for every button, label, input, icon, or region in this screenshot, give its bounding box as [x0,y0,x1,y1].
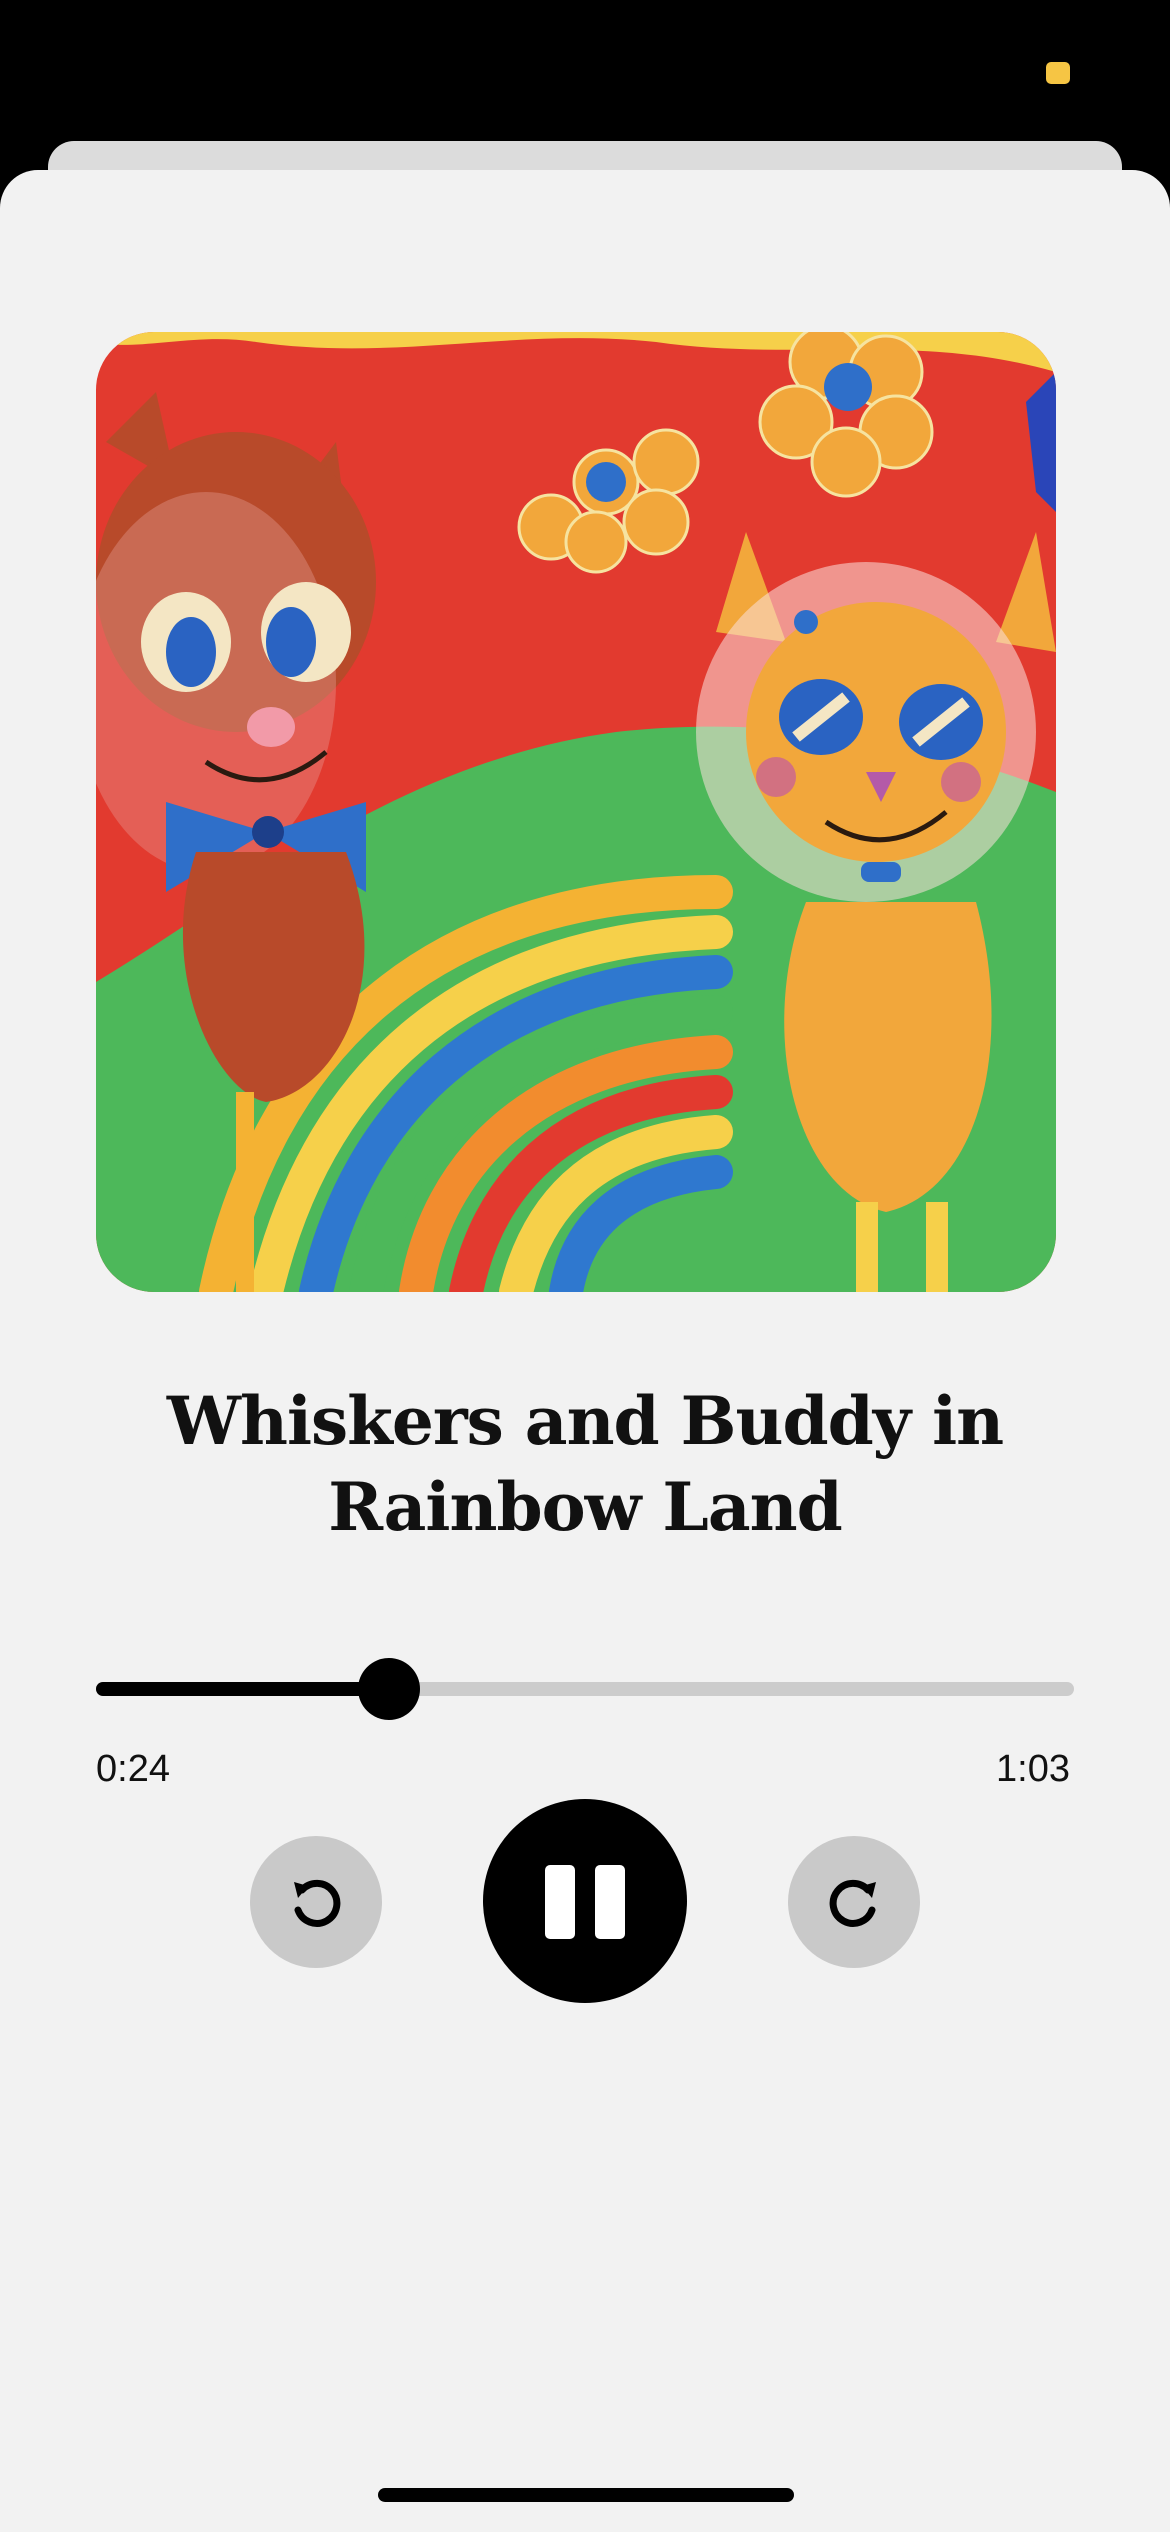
progress-slider[interactable] [96,1658,1074,1720]
forward-icon [829,1879,876,1927]
screen: Whiskers and Buddy in Rainbow Land 0:24 … [0,0,1170,2532]
progress-thumb[interactable] [358,1658,421,1720]
rewind-button[interactable] [250,1836,382,1968]
cats-illustration-image [96,332,1056,1292]
progress-fill [96,1682,390,1696]
pause-button[interactable] [483,1799,687,2003]
elapsed-time: 0:24 [96,1748,170,1790]
story-title: Whiskers and Buddy in Rainbow Land [166,1382,1004,1546]
rewind-icon [294,1879,341,1927]
story-artwork [96,332,1056,1292]
total-time: 1:03 [996,1748,1070,1790]
home-indicator[interactable] [378,2488,794,2502]
forward-button[interactable] [788,1836,920,1968]
pause-icon [545,1865,575,1939]
pause-icon-bar [595,1865,625,1939]
status-indicator [1046,62,1070,84]
